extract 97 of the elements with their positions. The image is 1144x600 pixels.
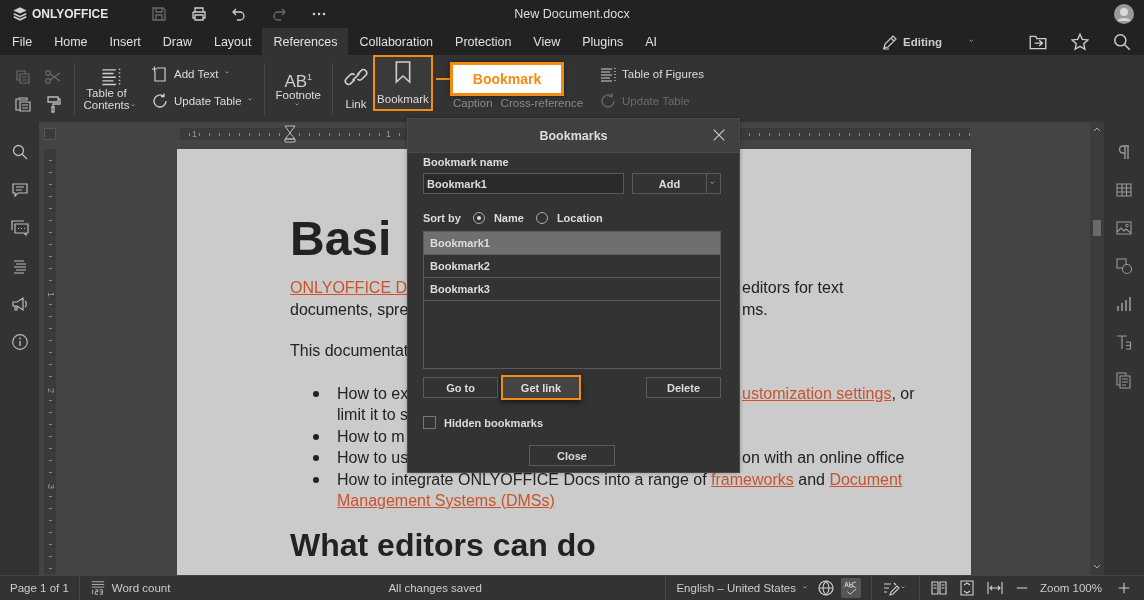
bookmark-name-field[interactable]: Bookmark1 <box>423 173 624 194</box>
add-text-button[interactable]: Add Text <box>149 60 258 87</box>
close-icon[interactable] <box>711 127 727 143</box>
spellcheck-toggle[interactable] <box>841 578 861 598</box>
search-icon[interactable] <box>1112 31 1132 52</box>
bullet <box>313 476 319 483</box>
vertical-ruler[interactable]: 1 2 3 <box>44 149 56 575</box>
bullet <box>313 433 319 440</box>
leader-line <box>436 78 450 80</box>
dialog-action-button[interactable]: Get link <box>501 375 581 400</box>
bullet <box>313 455 319 461</box>
fit-page-icon[interactable] <box>958 579 976 597</box>
info-icon[interactable] <box>10 333 29 351</box>
section-heading: What editors can do <box>290 525 596 565</box>
refresh-icon <box>599 91 618 110</box>
table-of-figures-button[interactable]: Table of Figures <box>597 60 706 87</box>
word-count-button[interactable]: Word count <box>89 580 171 596</box>
footnote-button[interactable]: AB$^{1}$ Footnote <box>270 60 326 116</box>
menu-tab[interactable]: References <box>262 28 349 55</box>
field-label: Bookmark name <box>423 156 510 168</box>
spellcheck-icon <box>843 580 859 596</box>
bookmark-button[interactable]: Bookmark <box>372 55 433 111</box>
star-icon[interactable] <box>1070 31 1090 52</box>
bookmark-item[interactable]: Bookmark1 <box>424 232 720 255</box>
text-art-icon[interactable] <box>1115 333 1133 351</box>
paragraph-text: on with an online office <box>742 448 905 468</box>
refresh-icon <box>151 91 169 110</box>
paragraph-text: This documentat <box>290 341 409 361</box>
comment-icon[interactable] <box>10 181 29 199</box>
table-of-contents-button[interactable]: Table of Contents <box>81 60 141 116</box>
save-status: All changes saved <box>388 582 482 594</box>
megaphone-icon[interactable] <box>10 295 29 313</box>
sort-radio[interactable]: Location <box>535 212 603 224</box>
ruler-number: 1 <box>386 128 391 140</box>
document-name: New Document.docx <box>514 7 630 21</box>
menu-tab[interactable]: File <box>1 28 44 55</box>
paragraph-text: How to us <box>337 448 409 468</box>
sort-label: Sort by <box>423 212 461 224</box>
bookmark-item[interactable]: Bookmark3 <box>424 278 720 301</box>
sort-radio[interactable]: Name <box>472 212 524 224</box>
menu-tab[interactable]: Draw <box>151 28 203 55</box>
cross-reference-button[interactable]: Cross-reference <box>496 97 588 109</box>
bullet <box>313 390 319 397</box>
layers-icon <box>12 6 28 22</box>
documents-icon[interactable] <box>1115 371 1133 389</box>
document-title: Basi <box>290 211 392 267</box>
paragraph-text: How to ex <box>337 383 409 404</box>
paint-roller-icon[interactable] <box>44 94 62 113</box>
paragraph-text: ms. <box>742 299 768 320</box>
menu-tab[interactable]: Insert <box>98 28 152 55</box>
callout-label: Bookmark <box>450 62 564 96</box>
image-icon[interactable] <box>1115 219 1133 237</box>
paragraph-text: editors for text <box>742 278 844 298</box>
zoom-in-icon[interactable] <box>1116 580 1132 596</box>
hidden-bookmarks-checkbox[interactable]: Hidden bookmarks <box>423 416 544 429</box>
fit-width-icon[interactable] <box>986 579 1004 597</box>
menu-tab[interactable]: AI <box>634 28 669 55</box>
footnote-icon: AB$^{1}$ <box>284 65 313 89</box>
paragraph-text: How to m <box>337 426 405 447</box>
paste-icon[interactable] <box>14 94 32 113</box>
close-button[interactable]: Close <box>529 445 615 466</box>
chat-icon[interactable] <box>10 219 29 237</box>
add-page-icon <box>151 64 169 83</box>
update-table-button[interactable]: Update Table <box>149 87 258 114</box>
word-count-icon <box>89 580 106 596</box>
dialog-action-button[interactable]: Go to <box>423 377 498 398</box>
paragraph-text: How to integrate ONLYOFFICE Docs into a range of frameworks and Document <box>337 469 903 490</box>
ruler-number: 1 <box>192 128 197 140</box>
two-pages-icon[interactable] <box>930 579 948 597</box>
menu-tab[interactable]: Layout <box>202 28 263 55</box>
app-logo-text: ONLYOFFICE <box>32 7 109 21</box>
page-indicator: Page 1 of 1 <box>10 582 69 594</box>
caption-button[interactable]: Caption <box>448 97 497 109</box>
search-icon[interactable] <box>10 143 29 161</box>
avatar[interactable] <box>1114 4 1134 24</box>
menu-tab[interactable]: Plugins <box>571 28 635 55</box>
menu-tab[interactable]: Collaboration <box>348 28 445 55</box>
bookmark-item[interactable]: Bookmark2 <box>424 255 720 278</box>
menu-tab[interactable]: Home <box>43 28 99 55</box>
indent-marker[interactable] <box>284 125 296 143</box>
dialog-action-button[interactable]: Delete <box>646 377 721 398</box>
table-icon[interactable] <box>1115 181 1133 199</box>
paragraph-text: limit it to s <box>337 405 409 425</box>
shapes-icon[interactable] <box>1115 257 1133 275</box>
print-icon[interactable] <box>190 5 209 23</box>
add-split-button[interactable]: Add <box>632 173 721 194</box>
zoom-level: Zoom 100% <box>1040 582 1102 594</box>
menu-tab[interactable]: View <box>522 28 572 55</box>
paragraph-text: documents, spre <box>290 299 409 320</box>
link-button[interactable]: Link <box>338 60 373 116</box>
globe-icon[interactable] <box>817 579 835 597</box>
mode-button[interactable]: Editing <box>853 31 984 52</box>
bar-chart-icon[interactable] <box>1115 295 1133 313</box>
paragraph-text: ustomization settings, or <box>742 383 915 404</box>
menu-tab[interactable]: Protection <box>444 28 523 55</box>
language-button[interactable]: English – United States <box>676 582 811 594</box>
dialog-title: Bookmarks <box>539 128 608 143</box>
